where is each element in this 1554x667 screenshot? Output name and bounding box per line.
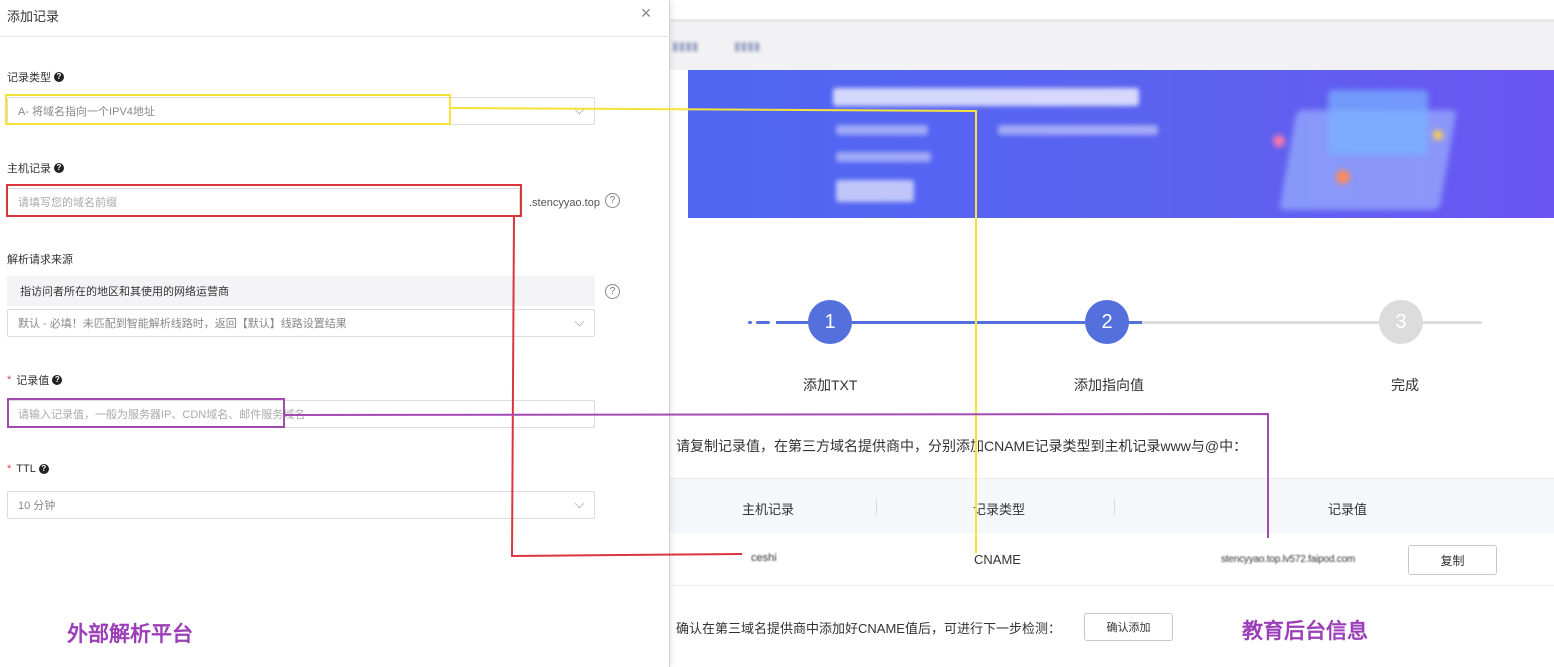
column-header-type: 记录类型 <box>973 502 1026 517</box>
resolve-source-select[interactable]: 默认 - 必填！未匹配到智能解析线路时，返回【默认】线路设置结果 <box>7 309 595 337</box>
record-type-label: 记录类型 ? <box>7 69 64 85</box>
breadcrumb-item-blurred: ▮▮▮▮ <box>734 39 761 53</box>
step-1-label: 添加TXT <box>803 377 858 393</box>
chevron-down-icon <box>574 104 585 115</box>
resolve-source-label: 解析请求来源 <box>7 254 73 266</box>
host-record-label: 主机记录 ? <box>7 160 64 176</box>
highlight-box-host-record <box>6 184 522 217</box>
cell-type: CNAME <box>974 552 1021 567</box>
breadcrumb: ▮▮▮▮ ▮▮▮▮ <box>670 22 1554 70</box>
breadcrumb-item-blurred: ▮▮▮▮ <box>672 39 699 53</box>
confirm-add-button[interactable]: 确认添加 <box>1084 613 1173 641</box>
top-bar <box>670 0 1554 22</box>
help-icon[interactable]: ? <box>38 464 49 474</box>
confirm-text: 确认在第三域名提供商中添加好CNAME值后，可进行下一步检测： <box>676 621 1061 636</box>
help-icon[interactable]: ? <box>54 163 64 173</box>
copy-button[interactable]: 复制 <box>1408 545 1497 575</box>
step-2-label: 添加指向值 <box>1074 377 1144 393</box>
annotation-left-label: 外部解析平台 <box>67 623 193 646</box>
highlight-box-record-value <box>7 398 285 428</box>
ttl-label: * TTL ? <box>7 463 49 475</box>
highlight-box-record-type <box>5 94 451 125</box>
cell-value: stencyyao.top.lv572.faipod.com <box>1221 554 1356 565</box>
column-header-value: 记录值 <box>1328 502 1368 517</box>
question-icon[interactable]: ? <box>605 193 620 208</box>
step-1-circle: 1 <box>808 300 852 344</box>
annotation-right-label: 教育后台信息 <box>1242 620 1368 643</box>
instruction-text: 请复制记录值，在第三方域名提供商中，分别添加CNAME记录类型到主机记录www与… <box>676 438 1248 454</box>
screenshot-stage: ▮▮▮▮ ▮▮▮▮ 1 2 3 添加TXT 添加指向值 完成 请复制记录值，在第… <box>0 0 1554 667</box>
domain-suffix: .stencyyao.top <box>529 197 600 209</box>
ttl-select[interactable]: 10 分钟 <box>7 491 595 519</box>
promo-banner <box>688 70 1554 218</box>
resolve-source-hint: 指访问者所在的地区和其使用的网络运营商 <box>7 276 595 306</box>
close-icon[interactable]: × <box>638 3 654 23</box>
step-3-label: 完成 <box>1391 377 1419 393</box>
cell-host: ceshi <box>751 552 777 564</box>
help-icon[interactable]: ? <box>52 375 63 385</box>
table-row: ceshi CNAME stencyyao.top.lv572.faipod.c… <box>670 533 1554 586</box>
steps-progress: 1 2 3 添加TXT 添加指向值 完成 <box>670 300 1554 400</box>
step-2-circle: 2 <box>1085 300 1129 344</box>
chevron-down-icon <box>574 316 585 327</box>
drawer-header: 添加记录 × <box>0 0 670 37</box>
record-value-label: * 记录值 ? <box>7 372 63 388</box>
chevron-down-icon <box>574 498 585 509</box>
help-icon[interactable]: ? <box>54 72 64 82</box>
background-page: ▮▮▮▮ ▮▮▮▮ 1 2 3 添加TXT 添加指向值 完成 请复制记录值，在第… <box>670 0 1554 667</box>
drawer-title: 添加记录 <box>7 9 60 24</box>
table-header: 主机记录 记录类型 记录值 <box>670 478 1554 533</box>
step-3-circle: 3 <box>1379 300 1423 344</box>
column-header-host: 主机记录 <box>742 502 795 517</box>
question-icon[interactable]: ? <box>605 284 620 299</box>
